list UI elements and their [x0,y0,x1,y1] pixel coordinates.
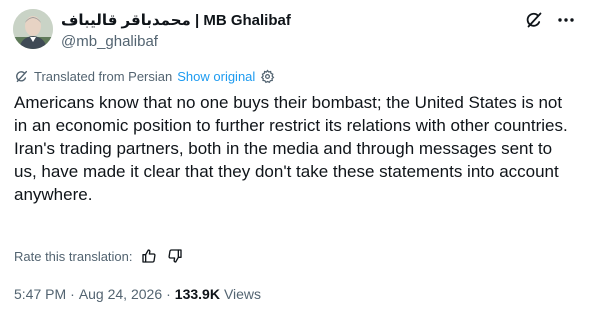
translation-notice: Translated from Persian Show original [14,67,275,85]
show-original-link[interactable]: Show original [177,69,255,84]
avatar[interactable] [13,9,53,49]
tweet-time[interactable]: 5:47 PM [14,286,66,302]
gear-icon[interactable] [260,69,275,84]
separator: · [166,286,171,302]
thumbs-down-icon[interactable] [167,248,183,264]
tweet-date[interactable]: Aug 24, 2026 [79,286,162,302]
display-name-row: محمدباقر قالیباف | MB Ghalibaf [61,10,291,30]
rate-translation-row: Rate this translation: [14,246,183,266]
tweet-text: Americans know that no one buys their bo… [14,91,576,206]
more-icon[interactable] [555,9,577,31]
tweet-meta: 5:47 PM · Aug 24, 2026 · 133.9K Views [14,284,261,304]
views-count: 133.9K [174,286,220,302]
tweet: محمدباقر قالیباف | MB Ghalibaf @mb_ghali… [0,0,589,313]
top-actions [523,9,577,31]
translate-icon [14,69,29,84]
translated-from-label: Translated from Persian [34,68,173,84]
tweet-paragraph-2: Iran's trading partners, both in the med… [14,139,559,204]
tweet-paragraph-1: Americans know that no one buys their bo… [14,93,568,135]
separator: · [70,286,75,302]
thumbs-up-icon[interactable] [141,248,157,264]
views-label: Views [223,286,262,302]
rate-translation-label: Rate this translation: [14,248,133,264]
user-handle[interactable]: @mb_ghalibaf [61,33,158,50]
display-name[interactable]: محمدباقر قالیباف | MB Ghalibaf [61,11,291,29]
grok-icon[interactable] [523,9,545,31]
